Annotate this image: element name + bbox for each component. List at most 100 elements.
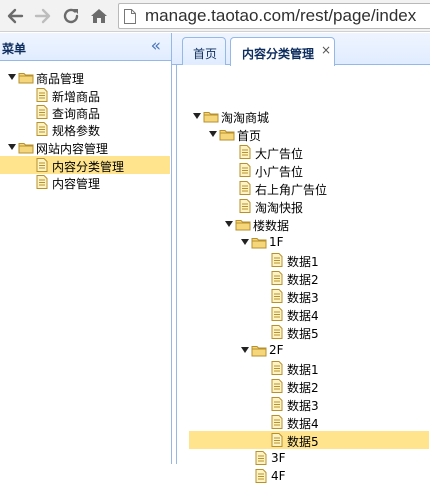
file-icon [269,288,285,304]
file-icon [237,144,253,160]
tree-folder-1f-label: 1F [269,235,284,249]
expand-toggle-icon[interactable] [209,125,218,143]
tab-content-category[interactable]: 内容分类管理 × [230,37,335,66]
file-icon [269,360,285,376]
tree-folder-floor-data-label: 楼数据 [253,219,290,233]
tree-item-home-1-label: 大广告位 [255,147,304,161]
expand-toggle-icon[interactable] [193,107,202,125]
tree-item-home-2[interactable]: 小广告位 [237,161,397,179]
tree-folder-home[interactable]: 首页 [209,125,369,143]
menu-folder-site-content[interactable]: 网站内容管理 [8,138,168,156]
tree-item-home-2-label: 小广告位 [255,165,304,179]
tree-item-4f-label: 4F [271,469,286,483]
tree-folder-2f[interactable]: 2F [241,341,401,359]
tree-item-2f-data-2-label: 数据2 [287,381,319,395]
menu-item-content-manage-label: 内容管理 [52,177,101,191]
expand-toggle-icon[interactable] [8,68,17,86]
tree-item-1f-data-2-label: 数据2 [287,273,319,287]
tabs-bar: 首页 内容分类管理 × [172,33,430,66]
menu-item-spec-params-label: 规格参数 [52,124,101,138]
content-panel: 淘淘商城 首页 大广告位 小广告位 右上角广告位 淘淘快报 楼数据 1F 数据1 数据2 数据3 数据… [176,65,430,483]
tree-item-1f-data-4[interactable]: 数据4 [269,305,429,323]
tree-item-3f-label: 3F [271,451,286,465]
tree-folder-root-label: 淘淘商城 [221,111,270,125]
tree-item-home-4[interactable]: 淘淘快报 [237,197,397,215]
tree-folder-2f-label: 2F [269,343,284,357]
file-icon [34,157,50,173]
tab-home[interactable]: 首页 [182,37,226,65]
menu-title: 菜单 [2,42,27,56]
tree-item-2f-data-3[interactable]: 数据3 [269,395,429,413]
expand-toggle-icon[interactable] [225,215,234,233]
menu-panel-header: 菜单 « [0,33,171,61]
main-area: 首页 内容分类管理 × 淘淘商城 首页 大广告位 小广告位 右上角广告位 淘淘快报 楼数据 1… [172,33,430,483]
tree-item-2f-data-4[interactable]: 数据4 [269,413,429,431]
tree-item-1f-data-3-label: 数据3 [287,291,319,305]
file-icon [269,414,285,430]
tree-item-2f-data-5[interactable]: 数据5 [189,431,429,449]
folder-icon [203,108,219,124]
file-icon [34,87,50,103]
browser-toolbar: manage.taotao.com/rest/page/index [0,0,430,32]
folder-icon [235,216,251,232]
tree-folder-1f[interactable]: 1F [241,233,401,251]
file-icon [269,306,285,322]
tree-item-1f-data-1[interactable]: 数据1 [269,251,429,269]
home-icon[interactable] [88,5,110,27]
folder-icon [18,139,34,155]
tree-item-2f-data-1[interactable]: 数据1 [269,359,429,377]
menu-item-spec-params[interactable]: 规格参数 [34,120,194,138]
back-arrow-icon[interactable] [4,5,26,27]
reload-icon[interactable] [60,5,82,27]
file-icon [269,378,285,394]
tree-item-1f-data-4-label: 数据4 [287,309,319,323]
file-icon [34,121,50,137]
tree-item-2f-data-1-label: 数据1 [287,363,319,377]
expand-toggle-icon[interactable] [241,341,250,359]
tree-item-home-1[interactable]: 大广告位 [237,143,397,161]
tree-item-2f-data-3-label: 数据3 [287,399,319,413]
menu-folder-goods[interactable]: 商品管理 [8,68,168,86]
tree-item-1f-data-1-label: 数据1 [287,255,319,269]
tree-item-3f[interactable]: 3F [253,449,413,467]
tree-item-1f-data-5-label: 数据5 [287,327,319,341]
menu-item-content-manage[interactable]: 内容管理 [34,173,194,191]
tree-item-4f[interactable]: 4F [253,467,413,485]
menu-folder-site-content-label: 网站内容管理 [36,142,109,156]
menu-item-query-goods[interactable]: 查询商品 [34,103,194,121]
file-icon [237,198,253,214]
tree-folder-root[interactable]: 淘淘商城 [193,107,353,125]
tree-item-2f-data-2[interactable]: 数据2 [269,377,429,395]
tree-item-1f-data-3[interactable]: 数据3 [269,287,429,305]
tree-item-home-3-label: 右上角广告位 [255,183,328,197]
file-icon [34,174,50,190]
tree-folder-floor-data[interactable]: 楼数据 [225,215,385,233]
tab-close-icon[interactable]: × [321,43,331,57]
address-bar[interactable]: manage.taotao.com/rest/page/index [118,3,430,29]
folder-icon [18,69,34,85]
folder-icon [251,342,267,358]
tree-item-2f-data-4-label: 数据4 [287,417,319,431]
expand-toggle-icon[interactable] [241,233,250,251]
tree-item-home-3[interactable]: 右上角广告位 [237,179,397,197]
file-icon [237,162,253,178]
content-category-tree: 淘淘商城 首页 大广告位 小广告位 右上角广告位 淘淘快报 楼数据 1F 数据1 数据2 数据3 数据… [177,65,430,483]
file-icon [269,270,285,286]
tree-item-1f-data-2[interactable]: 数据2 [269,269,429,287]
menu-item-add-goods[interactable]: 新增商品 [34,86,194,104]
tree-item-1f-data-5[interactable]: 数据5 [269,323,429,341]
menu-tree: 商品管理 新增商品 查询商品 规格参数 网站内容管理 内容分类管理 内容管理 [0,62,171,464]
tab-content-category-label: 内容分类管理 [242,47,315,61]
menu-folder-goods-label: 商品管理 [36,72,85,86]
menu-item-content-category[interactable]: 内容分类管理 [0,156,170,174]
file-icon [269,252,285,268]
tab-home-label: 首页 [193,47,218,61]
collapse-icon[interactable]: « [151,36,161,56]
folder-icon [251,234,267,250]
file-icon [253,468,269,484]
expand-toggle-icon[interactable] [8,138,17,156]
menu-panel: 菜单 « 商品管理 新增商品 查询商品 规格参数 网站内容管理 内容分类管理 内容管理 [0,33,172,464]
forward-arrow-icon[interactable] [32,5,54,27]
url-text: manage.taotao.com/rest/page/index [145,6,417,25]
tree-item-home-4-label: 淘淘快报 [255,201,304,215]
